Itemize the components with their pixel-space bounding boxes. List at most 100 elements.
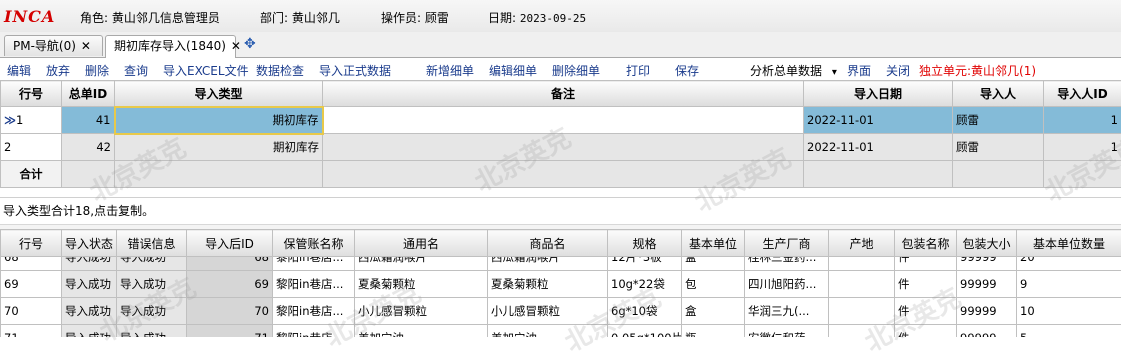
master-id-cell[interactable]: 41 [62, 107, 115, 134]
query-button[interactable]: 查询 [124, 62, 148, 79]
manufacturer-cell[interactable]: 华润三九(... [745, 298, 829, 325]
origin-cell[interactable] [829, 257, 895, 271]
column-header[interactable]: 规格 [608, 230, 682, 257]
import-status-cell[interactable]: 导入成功 [62, 325, 117, 338]
package-name-cell[interactable]: 件 [895, 325, 957, 338]
spec-cell[interactable]: 12片*3板 [608, 257, 682, 271]
column-header[interactable]: 备注 [323, 81, 804, 107]
column-header[interactable]: 导入类型 [115, 81, 323, 107]
generic-name-cell[interactable]: 夏桑菊颗粒 [355, 271, 488, 298]
importer-id-cell[interactable]: 1 [1044, 107, 1121, 134]
import-formal-data-button[interactable]: 导入正式数据 [319, 62, 391, 79]
manufacturer-cell[interactable]: 桂林三金药... [745, 257, 829, 271]
package-size-cell[interactable]: 99999 [957, 257, 1017, 271]
save-button[interactable]: 保存 [675, 62, 699, 79]
column-header[interactable]: 基本单位数量 [1017, 230, 1121, 257]
delete-button[interactable]: 删除 [85, 62, 109, 79]
table-row[interactable]: 70导入成功导入成功70黎阳in巷店...小儿感冒颗粒小儿感冒颗粒6g*10袋盒… [1, 298, 1121, 325]
import-status-cell[interactable]: 导入成功 [62, 257, 117, 271]
column-header[interactable]: 导入后ID [187, 230, 273, 257]
base-unit-qty-cell[interactable]: 9 [1017, 271, 1121, 298]
row-number-cell[interactable]: 2 [1, 134, 62, 161]
row-number-cell[interactable]: 71 [1, 325, 62, 338]
origin-cell[interactable] [829, 271, 895, 298]
data-check-button[interactable]: 数据检查 [256, 62, 304, 79]
error-info-cell[interactable]: 导入成功 [117, 257, 187, 271]
import-type-cell[interactable]: 期初库存 [115, 107, 323, 134]
row-number-cell[interactable]: ≫1 [1, 107, 62, 134]
edit-button[interactable]: 编辑 [7, 62, 31, 79]
base-unit-qty-cell[interactable]: 5 [1017, 325, 1121, 338]
spec-cell[interactable]: 0.05g*100片 [608, 325, 682, 338]
add-detail-button[interactable]: 新增细单 [426, 62, 474, 79]
column-header[interactable]: 产地 [829, 230, 895, 257]
import-excel-button[interactable]: 导入EXCEL文件 [163, 62, 249, 79]
column-header[interactable]: 包装名称 [895, 230, 957, 257]
note-cell[interactable] [323, 107, 804, 134]
discard-button[interactable]: 放弃 [46, 62, 70, 79]
table-row[interactable]: ≫1 41 期初库存 2022-11-01 顾雷 1 [1, 107, 1121, 134]
base-unit-cell[interactable]: 盒 [682, 298, 745, 325]
import-date-cell[interactable]: 2022-11-01 [804, 134, 953, 161]
account-name-cell[interactable]: 黎阳in巷店... [273, 325, 355, 338]
import-date-cell[interactable]: 2022-11-01 [804, 107, 953, 134]
importer-cell[interactable]: 顾雷 [953, 134, 1044, 161]
base-unit-qty-cell[interactable]: 20 [1017, 257, 1121, 271]
generic-name-cell[interactable]: 西瓜霜润喉片 [355, 257, 488, 271]
add-tab-icon[interactable]: ✥ [244, 36, 256, 52]
master-id-cell[interactable]: 42 [62, 134, 115, 161]
imported-id-cell[interactable]: 71 [187, 325, 273, 338]
package-size-cell[interactable]: 99999 [957, 298, 1017, 325]
status-bar[interactable]: 导入类型合计18,点击复制。 [0, 197, 1121, 225]
column-header[interactable]: 包装大小 [957, 230, 1017, 257]
product-name-cell[interactable]: 西瓜霜润喉片 [488, 257, 608, 271]
column-header[interactable]: 生产厂商 [745, 230, 829, 257]
base-unit-qty-cell[interactable]: 10 [1017, 298, 1121, 325]
delete-detail-button[interactable]: 删除细单 [552, 62, 600, 79]
print-button[interactable]: 打印 [626, 62, 650, 79]
importer-cell[interactable]: 顾雷 [953, 107, 1044, 134]
column-header[interactable]: 商品名 [488, 230, 608, 257]
package-size-cell[interactable]: 99999 [957, 325, 1017, 338]
origin-cell[interactable] [829, 298, 895, 325]
spec-cell[interactable]: 10g*22袋 [608, 271, 682, 298]
manufacturer-cell[interactable]: 四川旭阳药... [745, 271, 829, 298]
column-header[interactable]: 导入状态 [62, 230, 117, 257]
error-info-cell[interactable]: 导入成功 [117, 298, 187, 325]
import-status-cell[interactable]: 导入成功 [62, 298, 117, 325]
row-number-cell[interactable]: 70 [1, 298, 62, 325]
package-size-cell[interactable]: 99999 [957, 271, 1017, 298]
column-header[interactable]: 导入日期 [804, 81, 953, 107]
row-number-cell[interactable]: 69 [1, 271, 62, 298]
column-header[interactable]: 错误信息 [117, 230, 187, 257]
tab-pm-navigation[interactable]: PM-导航(0)✕ [4, 35, 103, 56]
note-cell[interactable] [323, 134, 804, 161]
column-header[interactable]: 行号 [1, 81, 62, 107]
imported-id-cell[interactable]: 70 [187, 298, 273, 325]
base-unit-cell[interactable]: 包 [682, 271, 745, 298]
generic-name-cell[interactable]: 小儿感冒颗粒 [355, 298, 488, 325]
base-unit-cell[interactable]: 瓶 [682, 325, 745, 338]
table-row[interactable]: 68导入成功导入成功68黎阳in巷店...西瓜霜润喉片西瓜霜润喉片12片*3板盒… [1, 257, 1121, 271]
spec-cell[interactable]: 6g*10袋 [608, 298, 682, 325]
product-name-cell[interactable]: 美加宁油 [488, 325, 608, 338]
close-icon[interactable]: ✕ [231, 39, 241, 53]
manufacturer-cell[interactable]: 安徽仁和药... [745, 325, 829, 338]
column-header[interactable]: 总单ID [62, 81, 115, 107]
table-row[interactable]: 2 42 期初库存 2022-11-01 顾雷 1 [1, 134, 1121, 161]
imported-id-cell[interactable]: 68 [187, 257, 273, 271]
close-button[interactable]: 关闭 [886, 62, 910, 79]
product-name-cell[interactable]: 小儿感冒颗粒 [488, 298, 608, 325]
package-name-cell[interactable]: 件 [895, 271, 957, 298]
column-header[interactable]: 导入人ID [1044, 81, 1121, 107]
origin-cell[interactable] [829, 325, 895, 338]
product-name-cell[interactable]: 夏桑菊颗粒 [488, 271, 608, 298]
edit-detail-button[interactable]: 编辑细单 [489, 62, 537, 79]
tab-opening-inventory-import[interactable]: 期初库存导入(1840)✕ [105, 35, 236, 58]
importer-id-cell[interactable]: 1 [1044, 134, 1121, 161]
account-name-cell[interactable]: 黎阳in巷店... [273, 257, 355, 271]
table-row[interactable]: 69导入成功导入成功69黎阳in巷店...夏桑菊颗粒夏桑菊颗粒10g*22袋包四… [1, 271, 1121, 298]
base-unit-cell[interactable]: 盒 [682, 257, 745, 271]
column-header[interactable]: 基本单位 [682, 230, 745, 257]
imported-id-cell[interactable]: 69 [187, 271, 273, 298]
